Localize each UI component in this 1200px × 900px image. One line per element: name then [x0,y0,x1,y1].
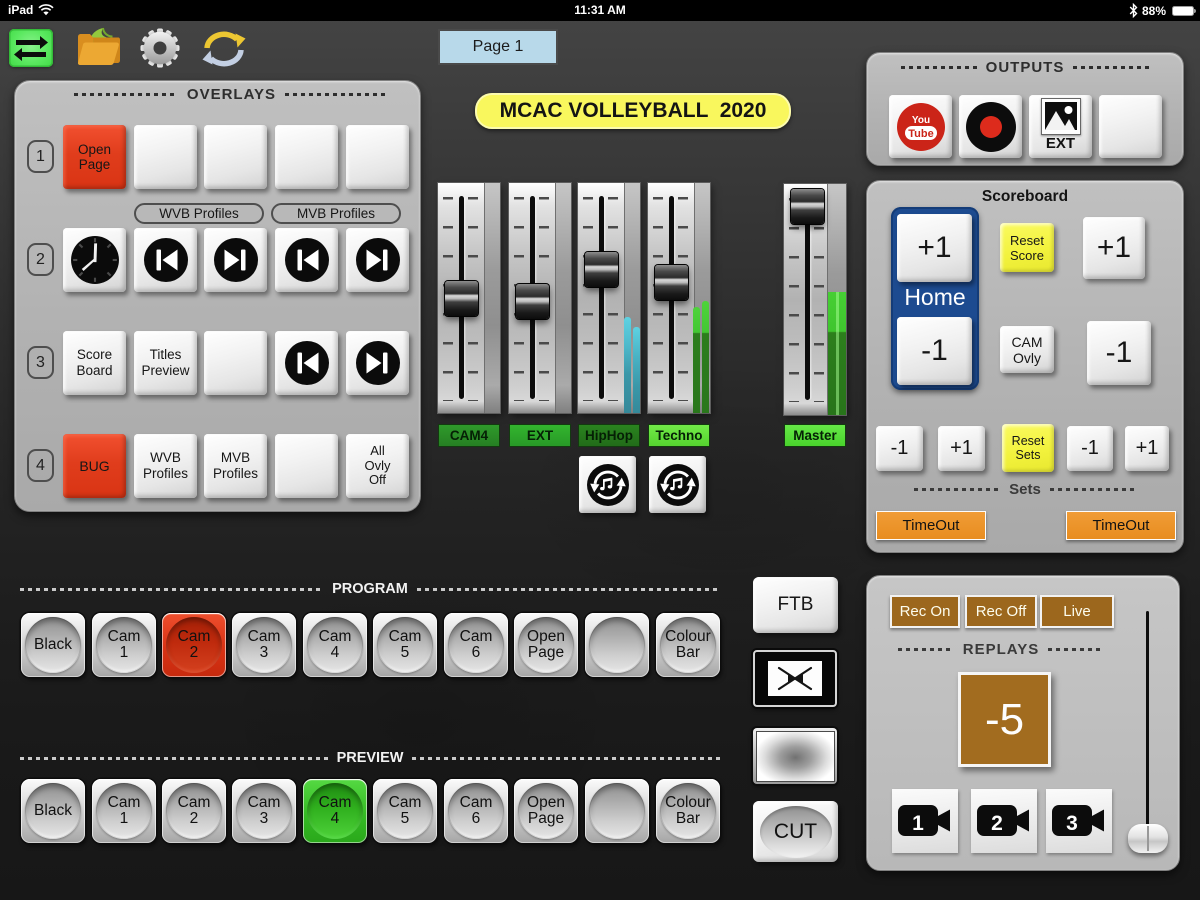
svg-text:3: 3 [1066,812,1078,835]
svg-text:Tube: Tube [908,128,933,140]
svg-text:You: You [911,115,929,126]
svg-text:1: 1 [912,812,924,835]
svg-text:2: 2 [991,812,1003,835]
